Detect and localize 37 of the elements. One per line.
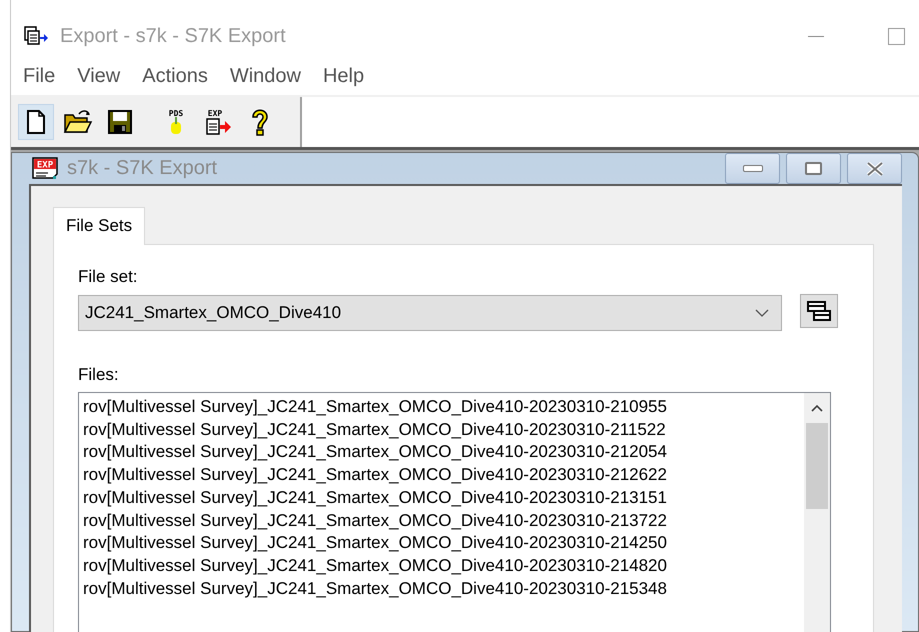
export-icon: EXP xyxy=(31,156,59,182)
restore-button[interactable] xyxy=(786,153,841,184)
list-item[interactable]: rov[Multivessel Survey]_JC241_Smartex_OMCO_Dive410-20230310-211522 xyxy=(83,418,800,442)
export-icon xyxy=(24,26,48,46)
file-set-dropdown[interactable]: JC241_Smartex_OMCO_Dive410 xyxy=(78,295,782,331)
field-label: File set: xyxy=(78,267,139,287)
dropdown-value: JC241_Smartex_OMCO_Dive410 xyxy=(85,303,342,323)
chevron-up-icon xyxy=(811,404,823,412)
list-item[interactable]: rov[Multivessel Survey]_JC241_Smartex_OMCO_Dive410-20230310-210955 xyxy=(83,396,800,419)
menu-item[interactable]: Window xyxy=(218,64,312,88)
windows-icon xyxy=(807,301,831,321)
menu-item[interactable]: View xyxy=(66,64,132,88)
close-icon xyxy=(866,162,884,176)
window-title: Export - s7k - S7K Export xyxy=(60,24,286,48)
folder-icon xyxy=(63,109,93,135)
windows-button[interactable] xyxy=(800,294,838,328)
minimize-button[interactable] xyxy=(725,153,780,184)
toolbar-button[interactable]: PDS xyxy=(158,104,194,140)
document-icon xyxy=(26,110,46,134)
close-button[interactable] xyxy=(847,153,902,184)
list-item[interactable]: rov[Multivessel Survey]_JC241_Smartex_OMCO_Dive410-20230310-212054 xyxy=(83,441,800,464)
chevron-down-icon xyxy=(755,309,769,317)
list-item[interactable]: rov[Multivessel Survey]_JC241_Smartex_OMCO_Dive410-20230310-213722 xyxy=(83,510,800,532)
list-item[interactable]: rov[Multivessel Survey]_JC241_Smartex_OMCO_Dive410-20230310-214250 xyxy=(83,532,800,555)
tab[interactable]: File Sets xyxy=(53,207,146,245)
list-item[interactable]: rov[Multivessel Survey]_JC241_Smartex_OMCO_Dive410-20230310-214820 xyxy=(83,554,800,578)
menu-item[interactable]: Help xyxy=(312,64,376,88)
scrollbar-thumb[interactable] xyxy=(806,423,828,509)
list-item[interactable]: rov[Multivessel Survey]_JC241_Smartex_OMCO_Dive410-20230310-215348 xyxy=(83,578,800,600)
menu-item[interactable]: Actions xyxy=(131,64,219,88)
field-label: Files: xyxy=(78,365,120,385)
list-item[interactable]: rov[Multivessel Survey]_JC241_Smartex_OMCO_Dive410-20230310-212622 xyxy=(83,464,800,487)
toolbar-button[interactable] xyxy=(18,104,54,140)
menu-item[interactable]: File xyxy=(12,64,66,88)
scrollbar[interactable] xyxy=(804,393,830,632)
window-title: s7k - S7K Export xyxy=(67,157,218,180)
list-item[interactable]: rov[Multivessel Survey]_JC241_Smartex_OMCO_Dive410-20230310-213151 xyxy=(83,486,800,510)
